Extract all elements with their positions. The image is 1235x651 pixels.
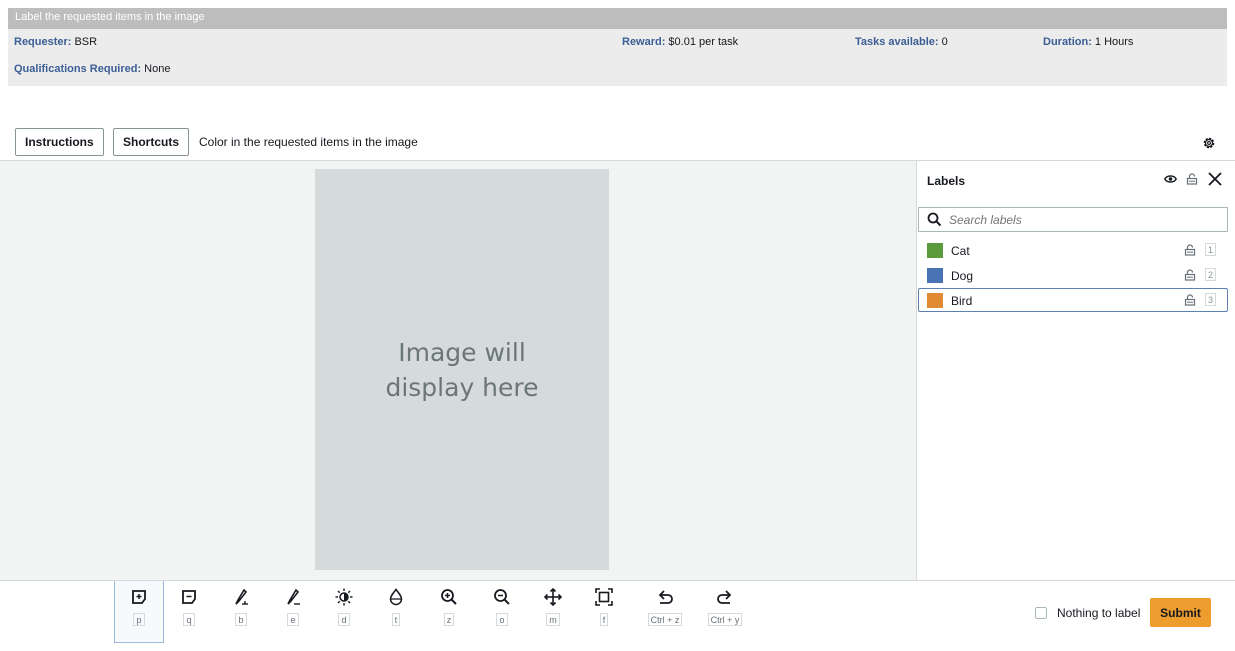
brightness-tool[interactable]: d [319, 581, 369, 643]
tool-shortcut-key: z [443, 613, 455, 626]
label-color-swatch [927, 293, 943, 308]
instruction-text: Color in the requested items in the imag… [199, 135, 418, 149]
qualifications-info: Qualifications Required: None [14, 63, 170, 75]
polygon-tool[interactable]: p [114, 581, 164, 643]
label-color-swatch [927, 243, 943, 258]
bottom-toolbar: p q b e d t z o m f Ctrl + z Ctrl + y Nothing to la… [0, 580, 1235, 651]
requester-key: Requester: [14, 36, 72, 48]
requester-info: Requester: BSR [14, 36, 97, 48]
lock-open-icon[interactable] [1184, 269, 1196, 284]
instructions-button[interactable]: Instructions [15, 128, 104, 156]
nothing-to-label[interactable]: Nothing to label [1035, 606, 1140, 620]
brush-tool[interactable]: b [216, 581, 266, 643]
tool-shortcut-key: p [133, 613, 145, 626]
nothing-to-label-checkbox[interactable] [1035, 607, 1047, 619]
panel-icons [1164, 171, 1223, 187]
task-info-panel: Requester: BSR Reward: $0.01 per task Task… [8, 29, 1227, 86]
tool-shortcut-key: o [496, 613, 508, 626]
eye-icon[interactable] [1164, 174, 1177, 184]
search-box[interactable] [918, 207, 1228, 232]
label-item-cat[interactable]: Cat 1 [918, 238, 1228, 262]
tool-shortcut-key: t [391, 613, 401, 626]
label-name: Cat [951, 244, 970, 258]
task-title-bar: Label the requested items in the image [8, 8, 1227, 29]
label-shortcut-key: 1 [1205, 243, 1217, 256]
search-icon [927, 212, 942, 227]
zoom-out-icon [494, 589, 510, 605]
lock-open-icon[interactable] [1184, 244, 1196, 259]
polygon-subtract-icon [182, 590, 196, 604]
shortcuts-button[interactable]: Shortcuts [113, 128, 190, 156]
zoom-out-tool[interactable]: o [477, 581, 527, 643]
placeholder-text: Image will display here [385, 337, 539, 402]
tasks-available-info: Tasks available: 0 [855, 36, 948, 48]
label-item-dog[interactable]: Dog 2 [918, 263, 1228, 287]
label-shortcut-key: 3 [1205, 293, 1217, 306]
zoom-in-icon [441, 589, 457, 605]
image-placeholder[interactable]: Image will display here [315, 169, 609, 570]
tool-shortcut-key: q [183, 613, 195, 626]
transparency-tool[interactable]: t [371, 581, 421, 643]
tool-shortcut-key: Ctrl + z [647, 613, 683, 626]
fit-tool[interactable]: f [579, 581, 629, 643]
duration-value: 1 Hours [1094, 36, 1134, 48]
brightness-icon [335, 588, 353, 606]
labels-title: Labels [927, 174, 966, 188]
polygon-subtract-tool[interactable]: q [164, 581, 214, 643]
reward-key: Reward: [622, 36, 666, 48]
zoom-in-tool[interactable]: z [424, 581, 474, 643]
reward-info: Reward: $0.01 per task [622, 36, 738, 48]
eraser-tool[interactable]: e [268, 581, 318, 643]
label-color-swatch [927, 268, 943, 283]
task-title: Label the requested items in the image [15, 11, 205, 23]
nothing-to-label-text: Nothing to label [1057, 606, 1141, 620]
requester-value: BSR [74, 36, 98, 48]
search-input[interactable] [949, 211, 1219, 228]
gear-icon[interactable] [1202, 136, 1216, 150]
eraser-icon [287, 588, 300, 605]
undo-icon [658, 590, 673, 604]
labels-panel: Labels Cat 1 Dog 2 Bird 3 [916, 160, 1235, 580]
polygon-add-icon [132, 590, 146, 604]
tool-shortcut-key: b [235, 613, 247, 626]
label-item-bird[interactable]: Bird 3 [918, 288, 1228, 312]
qualifications-value: None [144, 63, 171, 75]
lock-open-icon[interactable] [1184, 294, 1196, 309]
tool-shortcut-key: Ctrl + y [707, 613, 743, 626]
tool-shortcut-key: e [287, 613, 299, 626]
duration-key: Duration: [1043, 36, 1092, 48]
tool-shortcut-key: m [546, 613, 560, 626]
close-icon[interactable] [1207, 171, 1223, 187]
label-shortcut-key: 2 [1205, 268, 1217, 281]
label-name: Bird [951, 294, 973, 308]
move-tool[interactable]: m [528, 581, 578, 643]
tool-shortcut-key: f [599, 613, 609, 626]
qualifications-key: Qualifications Required: [14, 63, 142, 75]
reward-value: $0.01 per task [668, 36, 739, 48]
fit-screen-icon [595, 588, 613, 606]
redo-tool[interactable]: Ctrl + y [700, 581, 750, 643]
label-name: Dog [951, 269, 974, 283]
tool-shortcut-key: d [338, 613, 350, 626]
undo-tool[interactable]: Ctrl + z [640, 581, 690, 643]
brush-icon [235, 588, 248, 605]
duration-info: Duration: 1 Hours [1043, 36, 1133, 48]
tasks-value: 0 [941, 36, 948, 48]
move-icon [544, 588, 562, 606]
droplet-icon [389, 588, 403, 606]
tasks-key: Tasks available: [855, 36, 939, 48]
lock-open-icon[interactable] [1186, 173, 1198, 185]
redo-icon [717, 590, 732, 604]
submit-button[interactable]: Submit [1150, 598, 1211, 627]
